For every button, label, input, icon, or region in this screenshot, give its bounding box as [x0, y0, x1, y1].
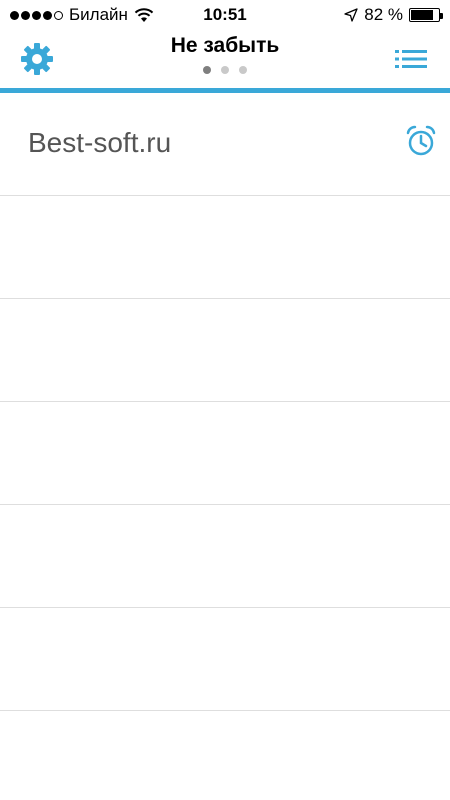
status-right: 82 %	[344, 5, 443, 25]
list-item[interactable]	[0, 505, 450, 608]
battery-percent: 82 %	[364, 5, 403, 24]
status-left: Билайн	[10, 5, 154, 25]
page-dot[interactable]	[221, 66, 229, 74]
battery-level	[411, 10, 434, 20]
wifi-icon	[134, 8, 154, 22]
signal-dot	[43, 10, 52, 20]
alarm-clock-icon[interactable]	[406, 125, 436, 157]
status-bar: Билайн 10:51 82 %	[0, 0, 450, 30]
location-arrow-icon	[344, 8, 358, 22]
reminder-list: Best-soft.ru	[0, 93, 450, 711]
item-text[interactable]: Best-soft.ru	[28, 127, 171, 159]
list-item[interactable]: Best-soft.ru	[0, 93, 450, 196]
battery-icon	[409, 8, 443, 22]
list-item[interactable]	[0, 402, 450, 505]
list-item[interactable]	[0, 196, 450, 299]
signal-dot	[10, 10, 19, 20]
page-title: Не забыть	[170, 34, 280, 57]
list-icon[interactable]	[394, 44, 428, 74]
carrier-label: Билайн	[69, 5, 128, 24]
signal-strength-icon	[10, 10, 63, 20]
signal-dot	[21, 10, 30, 20]
page-indicator[interactable]	[0, 66, 450, 74]
signal-dot	[32, 10, 41, 20]
nav-bar: Не забыть	[0, 30, 450, 88]
page-dot[interactable]	[203, 66, 211, 74]
list-item[interactable]	[0, 608, 450, 711]
list-item[interactable]	[0, 299, 450, 402]
signal-dot	[54, 10, 63, 20]
page-dot[interactable]	[239, 66, 247, 74]
